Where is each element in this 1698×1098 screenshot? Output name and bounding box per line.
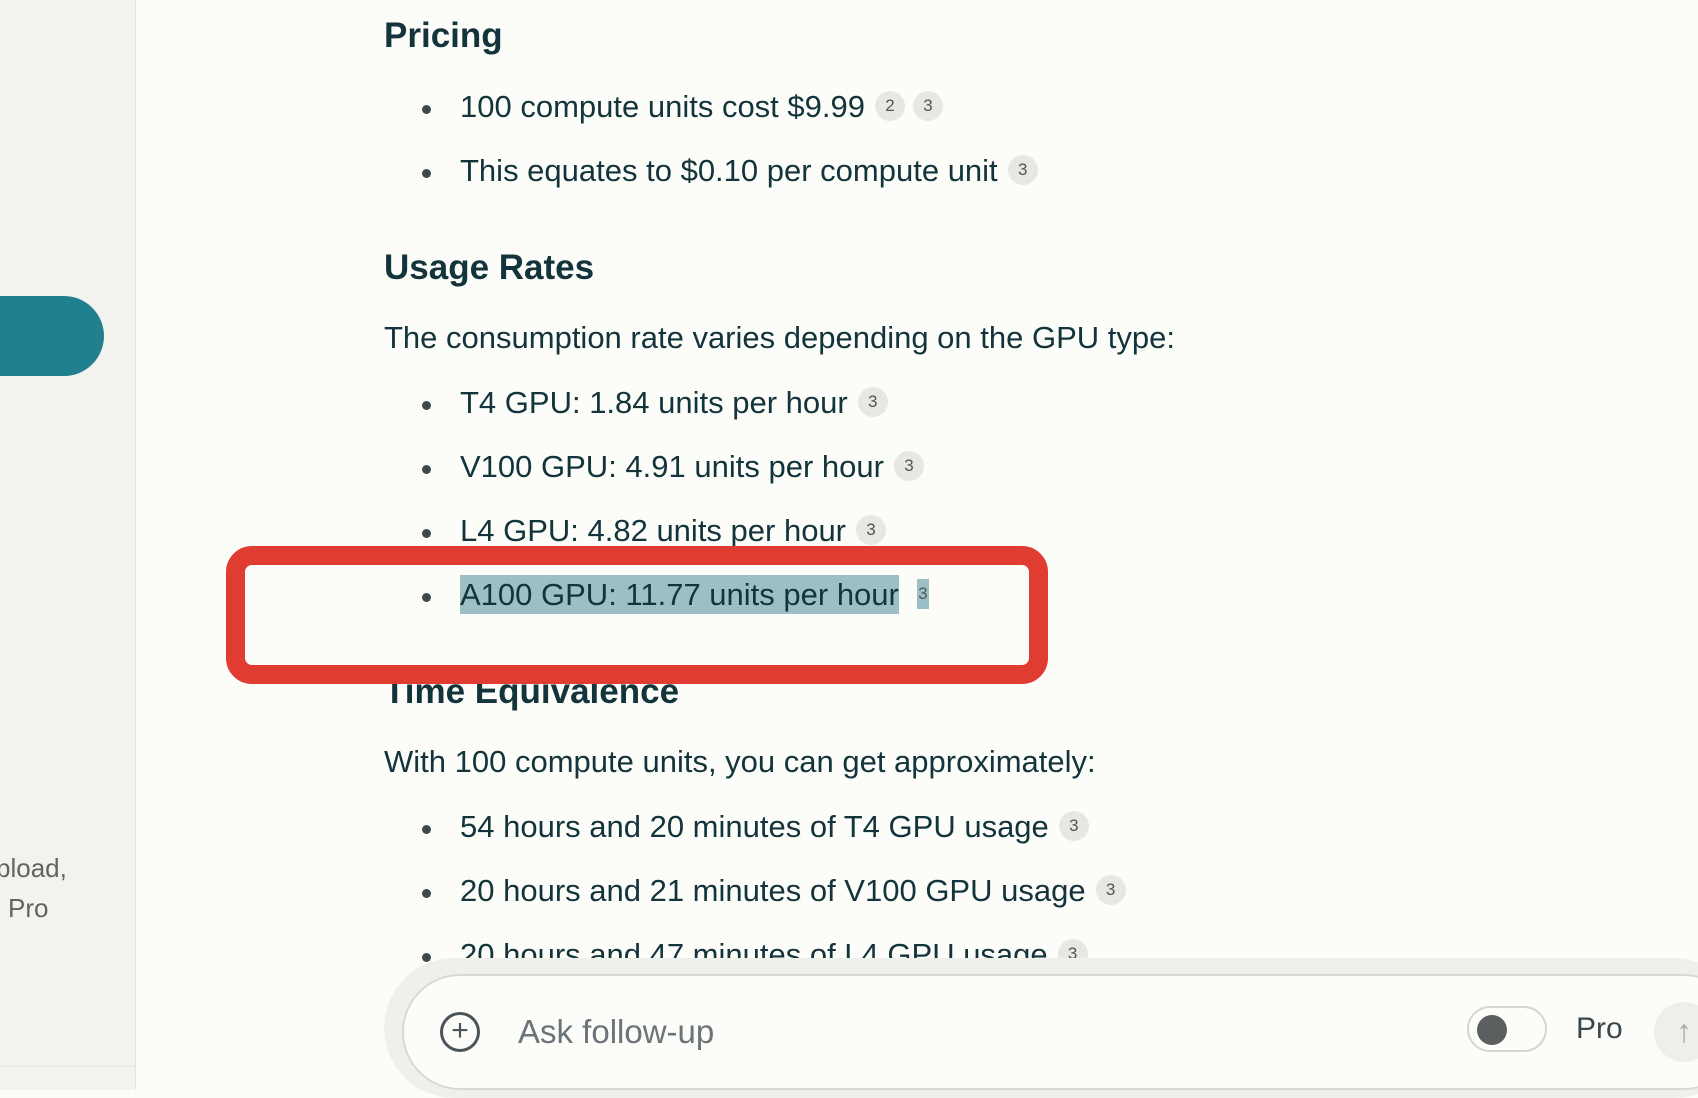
bullet-dot (422, 105, 431, 114)
follow-up-input[interactable] (516, 1006, 1320, 1058)
pro-label: Pro (1576, 1012, 1623, 1045)
bullet-dot (422, 889, 431, 898)
sidebar-promo-text: pload, Pro (0, 848, 67, 928)
pro-toggle[interactable] (1467, 1006, 1547, 1052)
list-item-text: V100 GPU: 4.91 units per hour (460, 449, 884, 484)
new-thread-button[interactable] (0, 296, 104, 376)
promo-line-2: Pro (8, 893, 49, 923)
citation-badge[interactable]: 3 (856, 514, 887, 545)
citation-badge[interactable]: 3 (1007, 154, 1038, 185)
list-item-text: 54 hours and 20 minutes of T4 GPU usage (460, 809, 1049, 844)
bullet-dot (422, 169, 431, 178)
composer: + Pro ↑ (402, 974, 1698, 1090)
list-item-text: 20 hours and 21 minutes of V100 GPU usag… (460, 873, 1086, 908)
add-attachment-icon[interactable]: + (440, 1012, 480, 1052)
annotation-highlight-box (226, 546, 1048, 684)
citation-badge[interactable]: 3 (1058, 810, 1089, 841)
citation-badge[interactable]: 2 (874, 90, 905, 121)
bullet-dot (422, 953, 431, 962)
citation-badge[interactable]: 3 (893, 450, 924, 481)
time-intro: With 100 compute units, you can get appr… (384, 744, 1096, 779)
list-item-text: This equates to $0.10 per compute unit (460, 153, 998, 188)
toggle-knob (1477, 1015, 1507, 1045)
citation-badge[interactable]: 3 (912, 90, 943, 121)
composer-container: + Pro ↑ (384, 958, 1698, 1098)
list-item-text: 100 compute units cost $9.99 (460, 89, 865, 124)
usage-intro: The consumption rate varies depending on… (384, 320, 1175, 355)
bullet-dot (422, 529, 431, 538)
list-item-text: L4 GPU: 4.82 units per hour (460, 513, 847, 548)
sidebar-divider (0, 1066, 135, 1067)
citation-badge[interactable]: 3 (1095, 874, 1126, 905)
citation-badge[interactable]: 3 (857, 386, 888, 417)
heading-usage-rates: Usage Rates (384, 248, 595, 287)
bullet-dot (422, 465, 431, 474)
bullet-dot (422, 825, 431, 834)
heading-pricing: Pricing (384, 16, 503, 55)
promo-line-1: pload, (0, 853, 67, 883)
bullet-dot (422, 401, 431, 410)
send-arrow-icon[interactable]: ↑ (1654, 1002, 1698, 1062)
sidebar: pload, Pro (0, 0, 136, 1090)
list-item-text: T4 GPU: 1.84 units per hour (460, 385, 848, 420)
